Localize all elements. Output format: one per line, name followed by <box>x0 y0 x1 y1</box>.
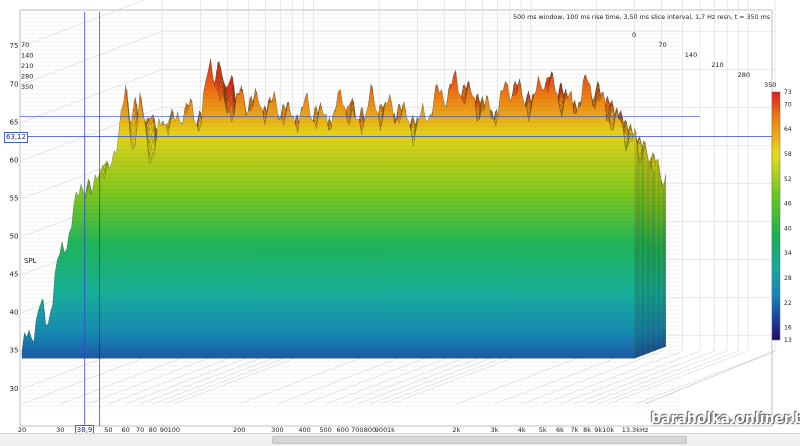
y-tick-label: 30 <box>10 385 19 393</box>
x-tick-label: 10k <box>602 426 614 433</box>
color-scale-gradient <box>771 91 781 341</box>
y-tick-label: 75 <box>10 42 19 50</box>
color-scale-tick: 64 <box>784 126 792 133</box>
x-tick-label: 8k <box>583 426 591 433</box>
scrollbar-thumb[interactable] <box>272 436 687 444</box>
x-tick-label: 700 <box>351 426 363 433</box>
y-axis-label: SPL <box>24 257 37 265</box>
time-tick-label-left: 350 <box>21 83 33 91</box>
x-tick-label: 600 <box>337 426 349 433</box>
watermark-text: baraholka.onliner.by <box>651 411 800 427</box>
x-tick-label: 6k <box>556 426 564 433</box>
color-scale-tick: 34 <box>784 250 792 257</box>
x-tick-label: 2k <box>452 426 460 433</box>
color-scale-tick: 46 <box>784 201 792 208</box>
time-tick-label-left: 140 <box>21 52 33 60</box>
x-tick-label: 70 <box>136 426 144 433</box>
time-tick-label: 280 <box>738 71 750 79</box>
x-tick-label: 80 <box>149 426 157 433</box>
x-axis: 2030405060708090100200300400500600700800… <box>18 426 649 434</box>
slice-texture <box>20 10 680 410</box>
y-tick-label: 45 <box>10 271 19 279</box>
time-tick-label: 140 <box>685 51 697 59</box>
waterfall-surface <box>20 10 680 410</box>
x-tick-label: 900 <box>375 426 387 433</box>
y-axis: 75 70 65 60 55 50 45 40 35 30 <box>10 42 19 393</box>
x-tick-label: 60 <box>121 426 129 433</box>
color-scale-tick: 16 <box>784 325 792 332</box>
time-tick-label-left: 70 <box>21 41 29 49</box>
x-tick-label: 30 <box>56 426 64 433</box>
x-tick-label: 20 <box>18 426 26 433</box>
color-scale-tick: 73 <box>784 89 792 96</box>
color-scale-tick: 40 <box>784 225 792 232</box>
y-tick-label: 40 <box>10 309 19 317</box>
waterfall-chart[interactable]: 75706560555045403530 2030405060708090100… <box>0 0 800 434</box>
y-tick-label: 65 <box>10 118 19 126</box>
color-scale-bar: 73 70 64 58 52 46 40 34 28 22 16 13 <box>771 89 792 344</box>
horizontal-scrollbar[interactable] <box>0 433 800 446</box>
color-scale-tick: 58 <box>784 151 792 158</box>
info-text: 500 ms window, 100 ms rise time, 3,50 ms… <box>513 14 770 21</box>
x-tick-label: 5k <box>539 426 547 433</box>
time-tick-label: 350 <box>764 81 776 89</box>
x-tick-label: 50 <box>104 426 112 433</box>
y-tick-label: 60 <box>10 156 19 164</box>
x-tick-label: 100 <box>168 426 180 433</box>
x-tick-label: 3k <box>491 426 499 433</box>
x-tick-label: 13.3kHz <box>622 426 649 433</box>
cursor-spl-readout: 63,12 <box>4 131 29 143</box>
waterfall-plot-window: 75706560555045403530 2030405060708090100… <box>0 0 800 446</box>
x-tick-label: 200 <box>233 426 245 433</box>
color-scale-tick: 22 <box>784 300 792 307</box>
color-scale-tick: 70 <box>784 101 792 108</box>
color-scale-tick: 28 <box>784 275 792 282</box>
time-tick-label: 210 <box>711 61 723 69</box>
x-tick-label: 300 <box>271 426 283 433</box>
time-tick-label-left: 210 <box>21 62 33 70</box>
y-tick-label: 35 <box>10 347 19 355</box>
y-tick-label: 70 <box>10 80 19 88</box>
time-tick-label: 0 <box>632 31 636 39</box>
x-tick-label: 4k <box>518 426 526 433</box>
y-tick-label: 55 <box>10 194 19 202</box>
time-tick-label: 70 <box>658 41 666 49</box>
color-scale-tick: 52 <box>784 176 792 183</box>
x-tick-label: 1k <box>387 426 395 433</box>
x-tick-label: 500 <box>319 426 331 433</box>
time-tick-label-left: 280 <box>21 73 33 81</box>
x-tick-label: 7k <box>571 426 579 433</box>
y-tick-label: 50 <box>10 233 19 241</box>
x-tick-label: 400 <box>298 426 310 433</box>
color-scale-tick: 13 <box>784 337 792 344</box>
